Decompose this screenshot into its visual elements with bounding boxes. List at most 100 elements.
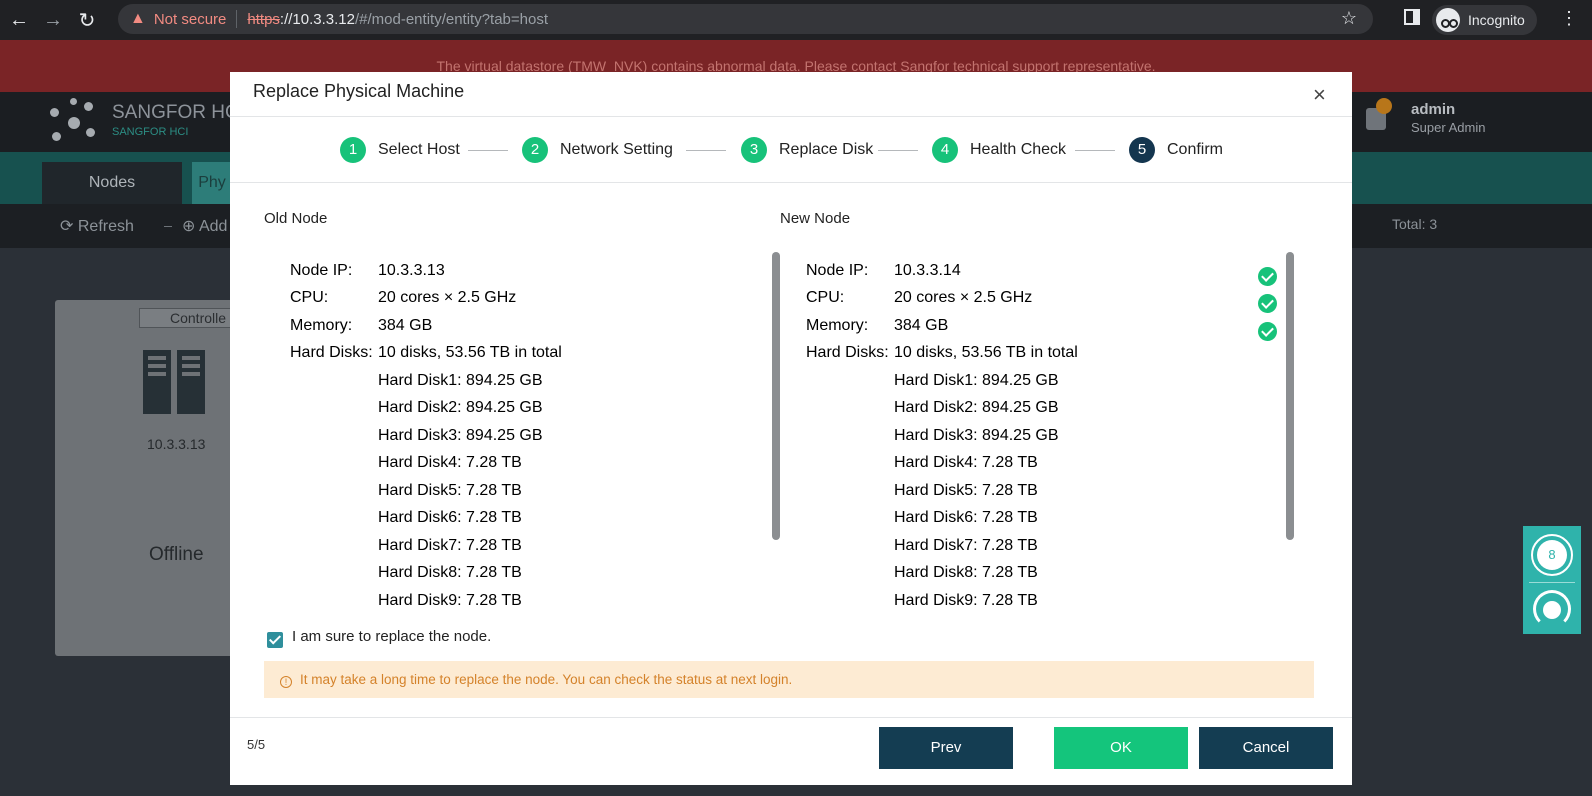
confirm-checkbox[interactable]: [267, 632, 283, 648]
notification-badge: [1376, 98, 1392, 114]
new-disk-item: Hard Disk6: 7.28 TB: [894, 509, 1038, 526]
side-panel-icon[interactable]: [1404, 9, 1420, 25]
url-host: ://10.3.3.12: [279, 10, 355, 28]
old-node-scrollbar[interactable]: [772, 252, 780, 540]
step-connector: [686, 150, 726, 151]
disks-label: Hard Disks:: [290, 344, 373, 361]
new-node-details[interactable]: Node IP: 10.3.3.14 CPU: 20 cores × 2.5 G…: [806, 262, 1266, 612]
warning-icon: ▲: [130, 10, 146, 27]
ip-label: Node IP:: [806, 262, 869, 279]
bookmark-star-icon[interactable]: ☆: [1341, 8, 1357, 29]
node-ip: 10.3.3.13: [147, 436, 206, 452]
step-label: Confirm: [1167, 141, 1224, 158]
new-disk-item: Hard Disk2: 894.25 GB: [894, 399, 1059, 416]
old-disk-item: Hard Disk6: 7.28 TB: [378, 509, 522, 526]
step-label: Replace Disk: [779, 141, 874, 158]
close-icon[interactable]: ×: [1313, 82, 1326, 108]
widget-divider: [1529, 582, 1575, 583]
add-button[interactable]: ⊕ Add: [182, 216, 227, 236]
memory-check-icon: [1258, 322, 1277, 341]
info-icon: !: [280, 676, 292, 688]
cpu-label: CPU:: [806, 289, 845, 306]
incognito-badge[interactable]: Incognito: [1432, 5, 1537, 35]
reload-icon[interactable]: ↻: [70, 3, 104, 37]
replace-machine-dialog: Replace Physical Machine × 1 Select Host…: [230, 72, 1352, 785]
user-role: Super Admin: [1411, 120, 1486, 135]
prev-button[interactable]: Prev: [879, 727, 1013, 769]
support-agent-icon[interactable]: [1533, 590, 1571, 628]
disks-label: Hard Disks:: [806, 344, 889, 361]
confirm-label[interactable]: I am sure to replace the node.: [292, 628, 491, 645]
incognito-icon: [1436, 8, 1460, 32]
add-label: Add: [198, 218, 228, 235]
cancel-button[interactable]: Cancel: [1199, 727, 1333, 769]
title-divider: [230, 116, 1352, 117]
step-label: Health Check: [970, 141, 1067, 158]
warning-notice: ! It may take a long time to replace the …: [264, 661, 1314, 698]
step-connector: [878, 150, 918, 151]
new-disk-item: Hard Disk1: 894.25 GB: [894, 372, 1059, 389]
url-scheme: https: [247, 10, 280, 28]
support-widget[interactable]: 8: [1523, 526, 1581, 634]
old-node-title: Old Node: [264, 210, 328, 227]
controller-tag: Controlle: [139, 308, 239, 328]
brand-name: SANGFOR HC: [112, 102, 239, 123]
browser-menu-icon[interactable]: ⋮: [1560, 8, 1578, 29]
old-disk-item: Hard Disk7: 7.28 TB: [378, 537, 522, 554]
user-name[interactable]: admin: [1411, 101, 1455, 118]
new-disk-item: Hard Disk4: 7.28 TB: [894, 454, 1038, 471]
old-disk-item: Hard Disk8: 7.28 TB: [378, 564, 522, 581]
step-number: 5: [1129, 137, 1155, 163]
page-indicator: 5/5: [247, 737, 266, 752]
old-disk-item: Hard Disk9: 7.28 TB: [378, 592, 522, 609]
new-disk-item: Hard Disk7: 7.28 TB: [894, 537, 1038, 554]
step-connector: [1075, 150, 1115, 151]
node-status: Offline: [149, 544, 204, 565]
refresh-label: Refresh: [77, 218, 134, 235]
new-node-memory: 384 GB: [894, 317, 949, 334]
new-node-title: New Node: [780, 210, 851, 227]
incognito-label: Incognito: [1468, 12, 1525, 28]
step-number: 3: [741, 137, 767, 163]
forward-icon[interactable]: →: [36, 3, 70, 37]
step-label: Select Host: [378, 141, 460, 158]
ip-label: Node IP:: [290, 262, 353, 279]
step-health-check: 4 Health Check: [932, 137, 1066, 163]
step-label: Network Setting: [560, 141, 673, 158]
stepper-divider: [230, 182, 1352, 183]
back-icon[interactable]: ←: [2, 3, 36, 37]
brand-subtitle: SANGFOR HCI: [112, 126, 189, 138]
new-node-ip: 10.3.3.14: [894, 262, 961, 279]
notice-text: It may take a long time to replace the n…: [300, 672, 793, 687]
new-node-scrollbar[interactable]: [1286, 252, 1294, 540]
refresh-button[interactable]: ⟳ Refresh: [60, 216, 134, 236]
message-count-icon[interactable]: 8: [1531, 534, 1573, 576]
dialog-title: Replace Physical Machine: [253, 81, 465, 101]
step-number: 2: [522, 137, 548, 163]
node-card[interactable]: Controlle 10.3.3.13 Offline: [55, 300, 239, 656]
step-select-host: 1 Select Host: [340, 137, 460, 163]
new-disk-item: Hard Disk5: 7.28 TB: [894, 482, 1038, 499]
old-node-disks: 10 disks, 53.56 TB in total: [378, 344, 562, 361]
step-replace-disk: 3 Replace Disk: [741, 137, 873, 163]
ok-button[interactable]: OK: [1054, 727, 1188, 769]
total-count: Total: 3: [1392, 216, 1438, 232]
old-node-memory: 384 GB: [378, 317, 433, 334]
old-node-details[interactable]: Node IP: 10.3.3.13 CPU: 20 cores × 2.5 G…: [290, 262, 740, 612]
address-bar[interactable]: ▲ Not secure https://10.3.3.12/#/mod-ent…: [118, 4, 1373, 34]
server-icon: [143, 350, 207, 414]
url-path: /#/mod-entity/entity?tab=host: [354, 10, 549, 28]
old-disk-item: Hard Disk4: 7.28 TB: [378, 454, 522, 471]
ip-check-icon: [1258, 267, 1277, 286]
new-node-disks: 10 disks, 53.56 TB in total: [894, 344, 1078, 361]
browser-toolbar: ← → ↻ ▲ Not secure https://10.3.3.12/#/m…: [0, 0, 1592, 40]
step-network-setting: 2 Network Setting: [522, 137, 673, 163]
address-divider: [236, 10, 238, 28]
security-label[interactable]: Not secure: [154, 11, 227, 28]
memory-label: Memory:: [806, 317, 869, 334]
cpu-label: CPU:: [290, 289, 329, 306]
new-disk-item: Hard Disk9: 7.28 TB: [894, 592, 1038, 609]
toolbar-divider: [164, 226, 172, 227]
step-number: 1: [340, 137, 366, 163]
tab-nodes[interactable]: Nodes: [42, 162, 182, 204]
